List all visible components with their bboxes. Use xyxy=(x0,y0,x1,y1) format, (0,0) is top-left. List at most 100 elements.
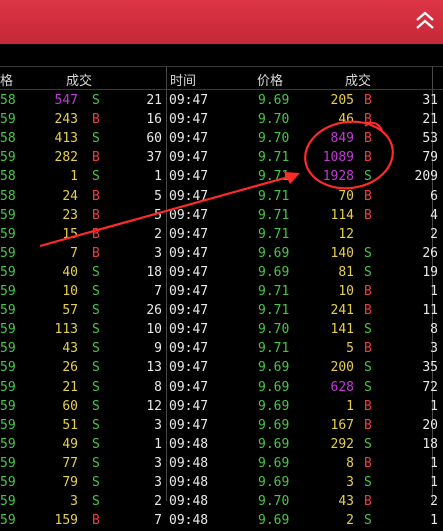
tick-left-count: 37 xyxy=(146,150,162,166)
tick-row[interactable]: 59 60 S 12 09:47 9.69 1 B 1 xyxy=(0,398,443,417)
tick-side: B xyxy=(364,398,372,414)
tick-row[interactable]: 58 24 B 5 09:47 9.71 70 B 6 xyxy=(0,188,443,207)
tick-left-volume: 24 xyxy=(62,188,78,204)
tick-left-volume: 159 xyxy=(54,513,78,529)
tick-count: 8 xyxy=(430,322,438,338)
tick-left-count: 3 xyxy=(154,417,162,433)
tick-price: 9.69 xyxy=(258,379,290,395)
tick-left-side: S xyxy=(92,436,100,452)
tick-row[interactable]: 59 159 B 7 09:48 9.69 2 S 1 xyxy=(0,512,443,531)
tick-left-count: 2 xyxy=(154,494,162,510)
tick-volume: 200 xyxy=(330,360,354,376)
tick-left-side: B xyxy=(92,207,100,223)
tick-row[interactable]: 59 79 S 3 09:48 9.69 3 S 1 xyxy=(0,474,443,493)
tick-left-volume: 23 xyxy=(62,207,78,223)
tick-left-side: B xyxy=(92,245,100,261)
tick-left-price: 58 xyxy=(0,169,16,185)
tick-side: B xyxy=(364,93,372,108)
tick-time: 09:47 xyxy=(169,284,209,299)
tick-row[interactable]: 58 547 S 21 09:47 9.69 205 B 31 xyxy=(0,92,443,111)
tick-row[interactable]: 59 43 S 9 09:47 9.71 5 B 3 xyxy=(0,340,443,359)
tick-row[interactable]: 59 243 B 16 09:47 9.70 46 B 21 xyxy=(0,111,443,130)
tick-row[interactable]: 59 51 S 3 09:47 9.69 167 B 20 xyxy=(0,417,443,436)
tick-count: 19 xyxy=(422,264,438,280)
tick-time: 09:48 xyxy=(169,455,209,471)
tick-row[interactable]: 59 23 B 5 09:47 9.71 114 B 4 xyxy=(0,207,443,226)
tick-left-count: 16 xyxy=(146,112,162,128)
tick-row[interactable]: 59 113 S 10 09:47 9.70 141 S 8 xyxy=(0,321,443,340)
tick-left-price: 59 xyxy=(0,360,16,376)
col-volume-header: 成交 xyxy=(345,74,372,89)
tick-left-side: B xyxy=(92,188,100,204)
tick-time: 09:47 xyxy=(169,322,209,338)
tick-row[interactable]: 59 40 S 18 09:47 9.69 81 S 19 xyxy=(0,264,443,283)
tick-price: 9.69 xyxy=(258,475,290,490)
tick-side: S xyxy=(364,436,372,452)
tick-left-price: 59 xyxy=(0,226,16,242)
tick-volume: 241 xyxy=(330,303,354,319)
tick-left-price: 59 xyxy=(0,322,16,338)
tick-price: 9.69 xyxy=(258,398,290,414)
tick-left-count: 5 xyxy=(154,188,162,204)
tick-time: 09:48 xyxy=(169,436,209,452)
tick-price: 9.71 xyxy=(258,207,290,223)
tick-time: 09:47 xyxy=(169,93,209,108)
tick-left-price: 59 xyxy=(0,417,16,433)
tick-left-side: S xyxy=(92,379,100,395)
tick-side: S xyxy=(364,245,372,261)
tick-row[interactable]: 59 77 S 3 09:48 9.69 8 B 1 xyxy=(0,455,443,474)
tick-left-price: 59 xyxy=(0,207,16,223)
tick-price: 9.69 xyxy=(258,436,290,452)
tick-row[interactable]: 59 26 S 13 09:47 9.69 200 S 35 xyxy=(0,359,443,378)
tick-left-side: S xyxy=(92,264,100,280)
tick-left-volume: 43 xyxy=(62,341,78,357)
tick-left-side: S xyxy=(92,398,100,414)
tick-price: 9.69 xyxy=(258,417,290,433)
tick-left-price: 58 xyxy=(0,131,16,147)
double-chevron-up-icon[interactable] xyxy=(411,9,439,33)
tick-count: 3 xyxy=(430,341,438,357)
tick-left-count: 18 xyxy=(146,264,162,280)
tick-row[interactable]: 59 282 B 37 09:47 9.71 1089 B 79 xyxy=(0,149,443,168)
tick-count: 2 xyxy=(430,226,438,242)
tick-left-price: 59 xyxy=(0,475,16,490)
tick-time: 09:47 xyxy=(169,303,209,319)
tick-row[interactable]: 59 7 B 3 09:47 9.69 140 S 26 xyxy=(0,245,443,264)
tick-left-price: 59 xyxy=(0,245,16,261)
tick-row[interactable]: 59 21 S 8 09:47 9.69 628 S 72 xyxy=(0,379,443,398)
tick-time: 09:47 xyxy=(169,131,209,147)
tick-left-price: 59 xyxy=(0,284,16,299)
tick-left-price: 59 xyxy=(0,513,16,529)
tick-row[interactable]: 59 3 S 2 09:48 9.70 43 B 2 xyxy=(0,493,443,512)
tick-count: 209 xyxy=(414,169,438,185)
tick-volume: 628 xyxy=(330,379,354,395)
tick-time: 09:47 xyxy=(169,188,209,204)
tick-left-price: 59 xyxy=(0,150,16,166)
tick-side: S xyxy=(364,360,372,376)
tick-row[interactable]: 58 413 S 60 09:47 9.70 849 B 53 xyxy=(0,130,443,149)
tick-left-side: B xyxy=(92,513,100,529)
tick-row[interactable]: 59 49 S 1 09:48 9.69 292 S 18 xyxy=(0,436,443,455)
tick-volume: 5 xyxy=(346,341,354,357)
tick-volume: 10 xyxy=(338,284,354,299)
tick-row[interactable]: 59 57 S 26 09:47 9.71 241 B 11 xyxy=(0,302,443,321)
tick-left-volume: 113 xyxy=(54,322,78,338)
tick-left-volume: 49 xyxy=(62,436,78,452)
tick-price: 9.71 xyxy=(258,341,290,357)
tick-time: 09:47 xyxy=(169,379,209,395)
tick-row[interactable]: 59 10 S 7 09:47 9.71 10 B 1 xyxy=(0,283,443,302)
tick-left-count: 7 xyxy=(154,284,162,299)
tick-price: 9.71 xyxy=(258,150,290,166)
tick-left-side: S xyxy=(92,494,100,510)
tick-side: B xyxy=(364,417,372,433)
tick-left-price: 59 xyxy=(0,379,16,395)
tick-volume: 70 xyxy=(338,188,354,204)
tick-row[interactable]: 58 1 S 1 09:47 9.71 1928 S 209 xyxy=(0,168,443,187)
tick-row[interactable]: 59 15 B 2 09:47 9.71 12 2 xyxy=(0,226,443,245)
tick-left-volume: 79 xyxy=(62,475,78,490)
tick-left-count: 3 xyxy=(154,245,162,261)
tick-left-count: 1 xyxy=(154,436,162,452)
col-left-volume-header: 成交 xyxy=(66,74,93,89)
tick-left-side: S xyxy=(92,131,100,147)
tick-left-side: B xyxy=(92,112,100,128)
